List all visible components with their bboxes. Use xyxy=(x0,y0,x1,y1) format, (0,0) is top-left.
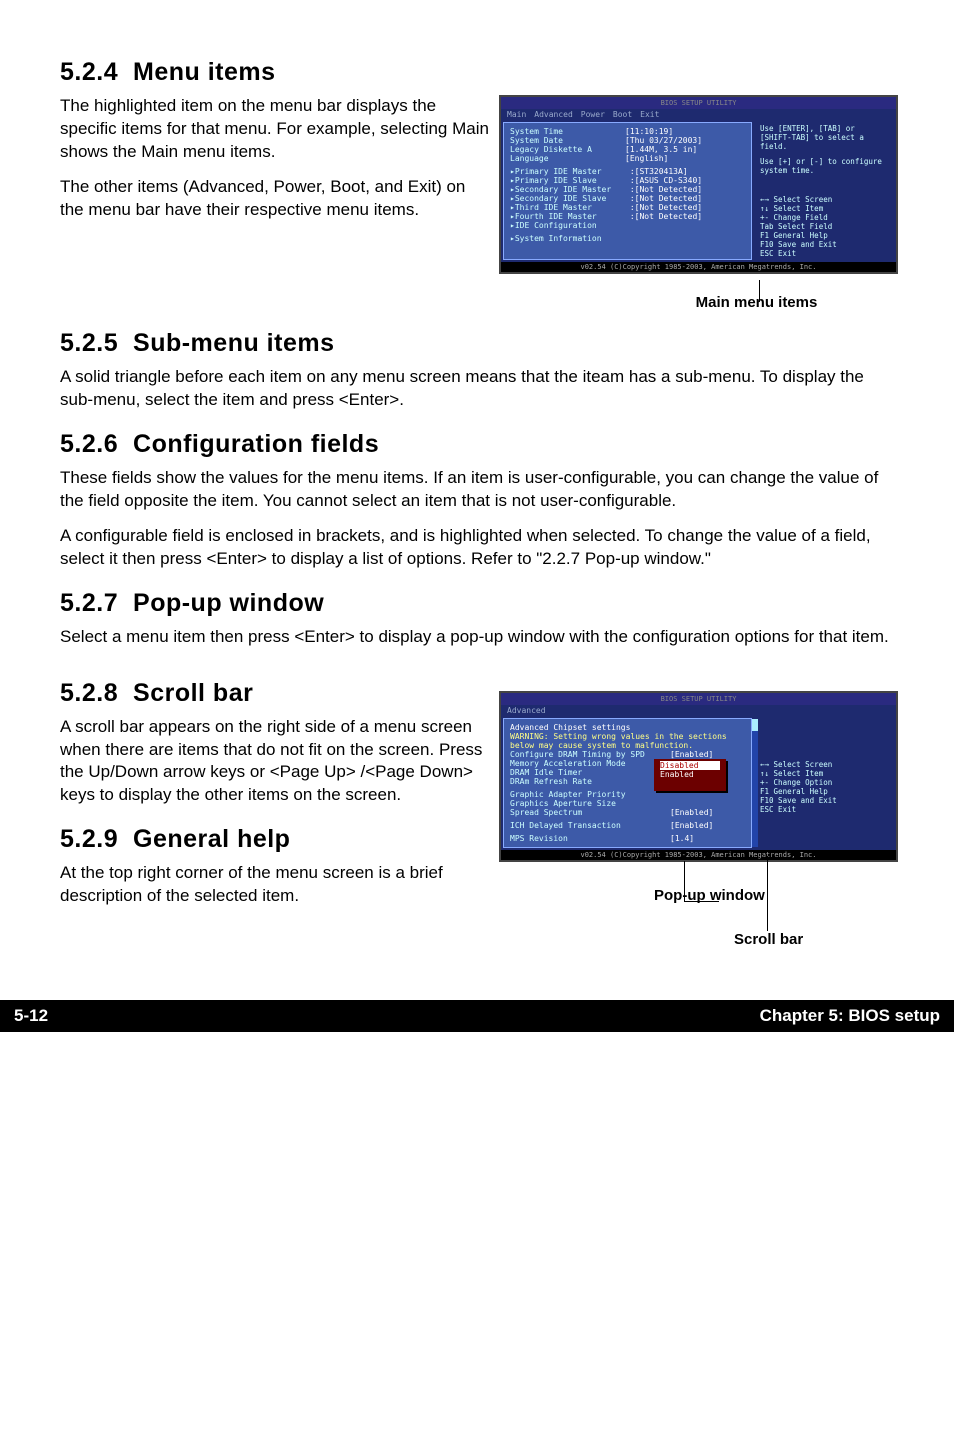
sec-5-2-8-p1: A scroll bar appears on the right side o… xyxy=(60,716,489,808)
sec-5-2-5-p1: A solid triangle before each item on any… xyxy=(60,366,894,412)
sec-5-2-7-p1: Select a menu item then press <Enter> to… xyxy=(60,626,894,649)
page-number: 5-12 xyxy=(14,1006,48,1026)
sec-5-2-6-heading: 5.2.6 Configuration fields xyxy=(60,430,894,459)
sec-5-2-4-p2: The other items (Advanced, Power, Boot, … xyxy=(60,176,489,222)
bios-main-screenshot: BIOS SETUP UTILITY MainAdvancedPowerBoot… xyxy=(499,95,898,274)
sec-5-2-4-p1: The highlighted item on the menu bar dis… xyxy=(60,95,489,164)
sec-5-2-6-p2: A configurable field is enclosed in brac… xyxy=(60,525,894,571)
sec-5-2-9-heading: 5.2.9 General help xyxy=(60,825,489,854)
sec-5-2-9-p1: At the top right corner of the menu scre… xyxy=(60,862,489,908)
scrollbar-caption: Scroll bar xyxy=(734,931,803,948)
sec-5-2-7-heading: 5.2.7 Pop-up window xyxy=(60,589,894,618)
sec-5-2-6-p1: These fields show the values for the men… xyxy=(60,467,894,513)
scrollbar xyxy=(752,719,758,847)
bios-main-caption: Main menu items xyxy=(619,294,894,311)
bios-advanced-screenshot: BIOS SETUP UTILITY Advanced Advanced Chi… xyxy=(499,691,898,862)
popup-caption: Pop-up window xyxy=(654,887,765,904)
chapter-title: Chapter 5: BIOS setup xyxy=(760,1006,940,1026)
sec-5-2-8-heading: 5.2.8 Scroll bar xyxy=(60,679,489,708)
sec-5-2-4-heading: 5.2.4 Menu items xyxy=(60,58,894,87)
popup-menu: Disabled Enabled xyxy=(654,759,726,791)
sec-5-2-5-heading: 5.2.5 Sub-menu items xyxy=(60,329,894,358)
page-footer: 5-12 Chapter 5: BIOS setup xyxy=(0,1000,954,1032)
